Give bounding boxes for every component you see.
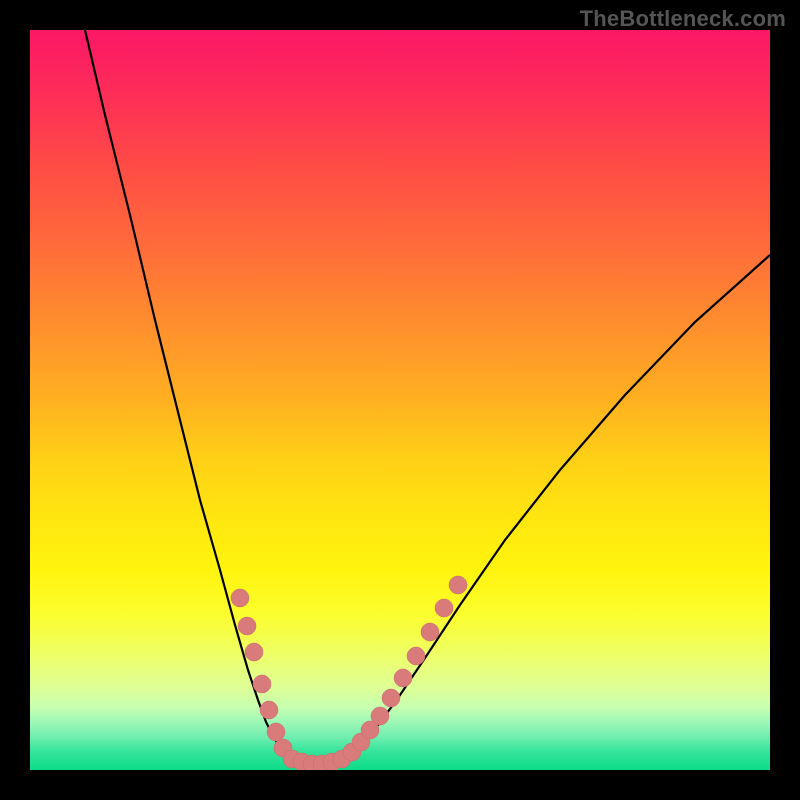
chart-frame: TheBottleneck.com	[0, 0, 800, 800]
data-dot	[407, 647, 425, 665]
curve-layer	[30, 30, 770, 770]
data-dot	[253, 675, 271, 693]
data-dot	[421, 623, 439, 641]
data-dot	[245, 643, 263, 661]
data-dot	[231, 589, 249, 607]
data-dot	[394, 669, 412, 687]
data-dot	[435, 599, 453, 617]
data-dot	[238, 617, 256, 635]
data-dot	[449, 576, 467, 594]
data-dot	[382, 689, 400, 707]
plot-area	[30, 30, 770, 770]
data-dots	[231, 576, 467, 770]
data-dot	[267, 723, 285, 741]
data-dot	[260, 701, 278, 719]
watermark-text: TheBottleneck.com	[580, 6, 786, 32]
data-dot	[371, 707, 389, 725]
